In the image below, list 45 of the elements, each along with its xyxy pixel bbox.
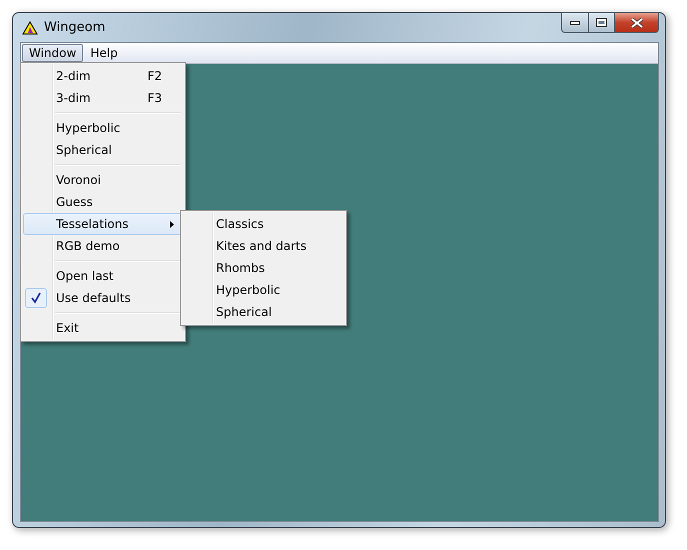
- minimize-icon: [570, 20, 580, 24]
- menu-item[interactable]: 2-dim F2: [23, 65, 183, 87]
- menu-item-label: 2-dim: [56, 69, 92, 83]
- menu-item[interactable]: Exit: [23, 317, 183, 339]
- menu-item[interactable]: Spherical: [23, 139, 183, 161]
- menu-item-label: Kites and darts: [216, 239, 308, 253]
- menu-item[interactable]: Classics: [183, 213, 344, 235]
- minimize-button[interactable]: [561, 12, 589, 33]
- close-icon: [630, 18, 642, 28]
- menu-item[interactable]: Kites and darts: [183, 235, 344, 257]
- menu-item-label: Exit: [56, 321, 80, 335]
- maximize-icon: [596, 18, 607, 27]
- close-button[interactable]: [615, 12, 659, 33]
- menu-item[interactable]: Hyperbolic: [183, 279, 344, 301]
- menu-item[interactable]: Use defaults: [23, 287, 183, 309]
- menu-item[interactable]: Open last: [23, 265, 183, 287]
- menu-item-label: RGB demo: [56, 239, 121, 253]
- menu-item[interactable]: RGB demo: [23, 235, 183, 257]
- menu-item[interactable]: 3-dim F3: [23, 87, 183, 109]
- menu-item-label: Voronoi: [56, 173, 102, 187]
- menu-item-label: Guess: [56, 195, 94, 209]
- shortcut-label: F2: [147, 69, 162, 83]
- menu-item-label: Spherical: [56, 143, 113, 157]
- window-title: Wingeom: [44, 20, 106, 35]
- maximize-button[interactable]: [589, 12, 615, 33]
- menu-item-label: Use defaults: [56, 291, 132, 305]
- app-icon: [22, 20, 38, 34]
- menu-item[interactable]: Guess: [23, 191, 183, 213]
- menu-item-label: Hyperbolic: [216, 283, 282, 297]
- menu-item[interactable]: Hyperbolic: [23, 117, 183, 139]
- submenu-arrow-icon: [170, 221, 174, 228]
- menu-item-label: Open last: [56, 269, 115, 283]
- menu-item-label: 3-dim: [56, 91, 92, 105]
- shortcut-label: F3: [147, 91, 162, 105]
- menu-item-label: Tesselations: [56, 217, 130, 231]
- menu-item[interactable]: Voronoi: [23, 169, 183, 191]
- menu-item[interactable]: Tesselations: [23, 213, 183, 235]
- menu-item[interactable]: Spherical: [183, 301, 344, 323]
- menu-item-label: Hyperbolic: [56, 121, 122, 135]
- menu-item-label: Spherical: [216, 305, 273, 319]
- menu-item[interactable]: Rhombs: [183, 257, 344, 279]
- menu-bar-item[interactable]: Window: [22, 44, 84, 62]
- menu-item-label: Rhombs: [216, 261, 266, 275]
- menu-bar-item[interactable]: Help: [83, 44, 125, 62]
- menu-item-label: Classics: [216, 217, 265, 231]
